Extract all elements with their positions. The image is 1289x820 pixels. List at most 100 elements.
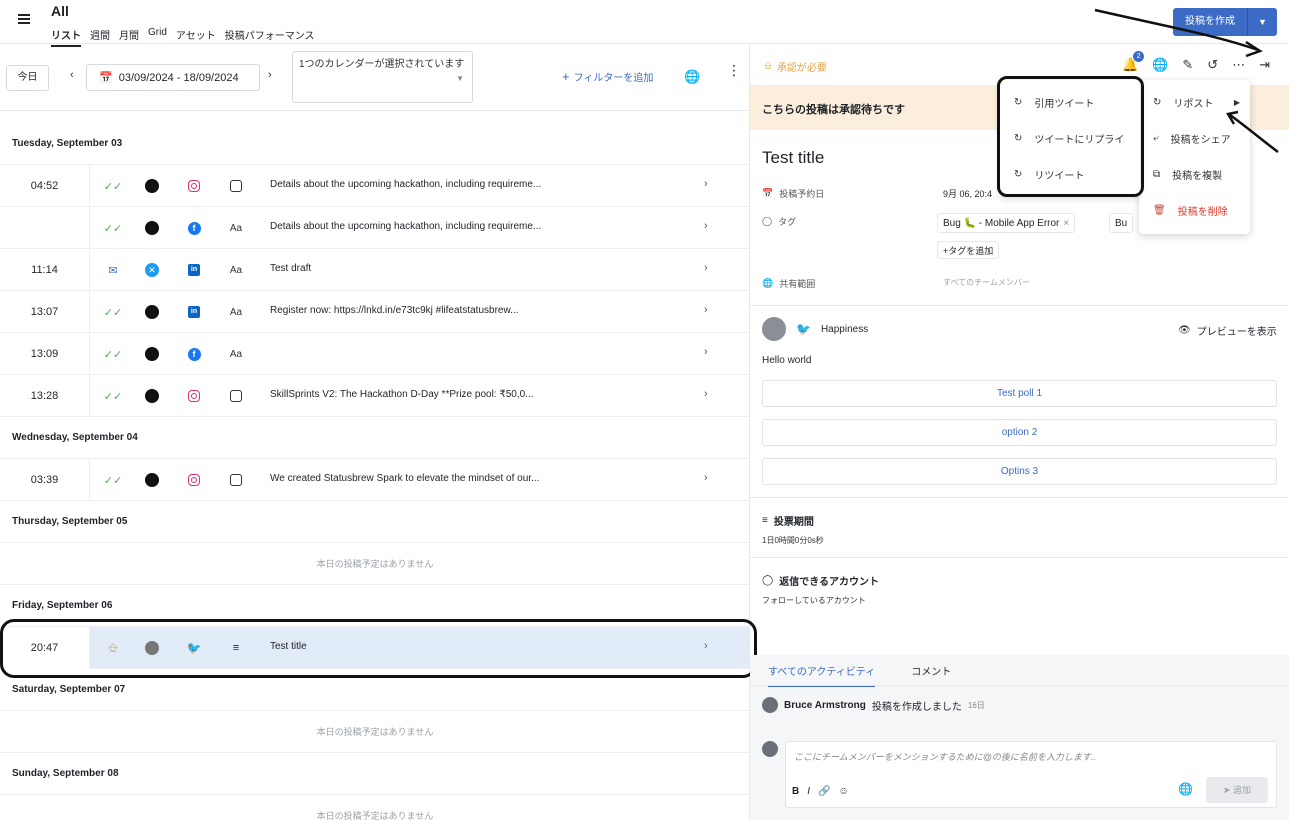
today-button[interactable]: 今日: [6, 65, 49, 91]
table-row[interactable]: 13:28 ✓✓ SkillSprints V2: The Hackathon …: [0, 375, 749, 417]
tags-label: タグ: [778, 217, 797, 227]
chat-bubble-icon: ◯: [762, 575, 774, 586]
divider: [750, 497, 1289, 498]
tag-chip[interactable]: Bu: [1109, 213, 1134, 233]
divider: [750, 557, 1289, 558]
calendar-select[interactable]: 1つのカレンダーが選択されています ▼: [292, 51, 473, 103]
instagram-icon: [188, 180, 200, 192]
globe-icon[interactable]: 🌐: [1152, 57, 1168, 73]
emoji-icon[interactable]: ☺: [838, 786, 848, 797]
annotation-highlight-submenu: [997, 76, 1144, 197]
text-type-icon: Aa: [229, 306, 243, 318]
chevron-right-icon[interactable]: ›: [704, 472, 708, 484]
published-check-icon: ✓✓: [103, 180, 123, 193]
twitter-icon: 🐦: [796, 322, 811, 336]
table-row[interactable]: 03:39 ✓✓ We created Statusbrew Spark to …: [0, 459, 749, 501]
chevron-right-icon[interactable]: ›: [704, 304, 708, 316]
comment-input[interactable]: ここにチームメンバーをメンションするために@の後に名前を入力します.. B I …: [785, 741, 1277, 808]
table-row[interactable]: 04:52 ✓✓ Details about the upcoming hack…: [0, 165, 749, 207]
menu-item-label: リポスト: [1173, 98, 1214, 110]
reply-title-row: ◯ 返信できるアカウント: [762, 573, 879, 588]
next-arrow-icon[interactable]: ›: [268, 69, 272, 81]
more-horizontal-icon[interactable]: ⋯: [1232, 57, 1245, 73]
prev-arrow-icon[interactable]: ‹: [70, 69, 74, 81]
bell-icon[interactable]: 🔔 2: [1122, 51, 1145, 73]
post-text: SkillSprints V2: The Hackathon D-Day **P…: [270, 389, 534, 400]
create-post-label[interactable]: 投稿を作成: [1173, 8, 1248, 36]
tab-week[interactable]: 週間: [90, 27, 110, 47]
close-icon[interactable]: ×: [1063, 218, 1069, 229]
text-type-icon: Aa: [229, 264, 243, 276]
table-row[interactable]: 13:09 ✓✓ f Aa ›: [0, 333, 749, 375]
poll-period-title-row: ≡ 投票期間: [762, 513, 814, 528]
activity-time: 16日: [967, 700, 985, 710]
account-avatar: [145, 179, 159, 193]
day-header-tue: Tuesday, September 03: [12, 138, 122, 149]
chevron-right-icon[interactable]: ›: [704, 388, 708, 400]
tab-grid[interactable]: Grid: [148, 27, 167, 47]
table-row[interactable]: 11:14 ✉ ✕ in Aa Test draft ›: [0, 249, 749, 291]
bold-icon[interactable]: B: [792, 786, 799, 797]
caret-right-icon: ▶: [1233, 97, 1240, 107]
account-name: Happiness: [820, 323, 869, 335]
draft-envelope-icon: ✉: [108, 264, 118, 277]
day-label: Wednesday, September 04: [12, 432, 138, 443]
day-header-sat: Saturday, September 07: [12, 684, 125, 695]
add-tag-button[interactable]: +タグを追加: [937, 241, 1000, 259]
tab-all-activity[interactable]: すべてのアクティビティ: [768, 663, 876, 687]
globe-icon[interactable]: 🌐: [1178, 782, 1193, 796]
italic-icon[interactable]: I: [807, 786, 810, 797]
create-post-button[interactable]: 投稿を作成 ▼: [1173, 8, 1277, 36]
date-range-picker[interactable]: 📅 03/09/2024 - 18/09/2024: [86, 64, 260, 91]
tab-performance[interactable]: 投稿パフォーマンス: [225, 27, 315, 47]
link-icon[interactable]: 🔗: [818, 786, 830, 797]
edit-pencil-icon[interactable]: ✎: [1182, 57, 1193, 73]
globe-icon[interactable]: 🌐: [684, 69, 700, 85]
chevron-right-icon[interactable]: ›: [704, 262, 708, 274]
plus-icon: +: [562, 69, 570, 84]
chevron-right-icon[interactable]: ›: [704, 220, 708, 232]
tab-comments[interactable]: コメント: [911, 663, 951, 687]
add-filter-button[interactable]: + フィルターを追加: [562, 69, 653, 84]
menu-item-share[interactable]: ⤶ 投稿をシェア: [1139, 120, 1250, 156]
divider: [750, 685, 1289, 686]
chevron-down-icon: ▼: [456, 74, 464, 83]
text-type-icon: Aa: [229, 222, 243, 234]
menu-item-duplicate[interactable]: ⧉ 投稿を複製: [1139, 156, 1250, 192]
table-row[interactable]: 13:07 ✓✓ in Aa Register now: https://lnk…: [0, 291, 749, 333]
more-vertical-icon[interactable]: ⋮: [727, 63, 741, 77]
tab-month[interactable]: 月間: [119, 27, 139, 47]
detail-actions: 🔔 2 🌐 ✎ ↺ ⋯ ⇥: [1122, 51, 1270, 73]
empty-day-message: 本日の投稿予定はありません: [0, 543, 749, 585]
send-comment-button[interactable]: ➤ 追加: [1206, 777, 1268, 803]
post-time: 11:14: [0, 249, 90, 291]
poll-option: option 2: [762, 419, 1277, 446]
menu-item-repost[interactable]: ↻ リポスト ▶: [1139, 84, 1250, 120]
preview-button[interactable]: 👁 プレビューを表示: [1178, 323, 1277, 338]
menu-item-delete[interactable]: 🗑 投稿を削除: [1139, 192, 1250, 228]
tab-assets[interactable]: アセット: [176, 27, 216, 47]
chevron-right-icon[interactable]: ›: [704, 178, 708, 190]
scheduled-label: 投稿予約日: [779, 189, 825, 199]
tag-chip[interactable]: Bug 🐛 - Mobile App Error ×: [937, 213, 1076, 233]
account-avatar: [145, 389, 159, 403]
account-row: 🐦 Happiness: [762, 317, 868, 341]
empty-day-message: 本日の投稿予定はありません: [0, 711, 749, 753]
day-header-fri: Friday, September 06: [12, 600, 112, 611]
tab-list[interactable]: リスト: [51, 27, 81, 47]
tags-label-row: ◯ タグ: [762, 215, 796, 228]
globe-icon: 🌐: [762, 278, 774, 288]
post-text: We created Statusbrew Spark to elevate t…: [270, 473, 540, 484]
menu-icon[interactable]: [18, 14, 30, 24]
day-header-thu: Thursday, September 05: [12, 516, 127, 527]
repost-icon: ↻: [1153, 96, 1162, 108]
account-avatar: [145, 305, 159, 319]
chevron-down-icon[interactable]: ▼: [1248, 17, 1277, 27]
chevron-right-icon[interactable]: ›: [704, 346, 708, 358]
poll-option: Optins 3: [762, 458, 1277, 485]
collapse-panel-icon[interactable]: ⇥: [1259, 57, 1270, 73]
table-row[interactable]: ✓✓ f Aa Details about the upcoming hacka…: [0, 207, 749, 249]
day-header-sun: Sunday, September 08: [12, 768, 119, 779]
undo-icon[interactable]: ↺: [1207, 57, 1218, 73]
day-label: Thursday, September 05: [12, 516, 128, 527]
